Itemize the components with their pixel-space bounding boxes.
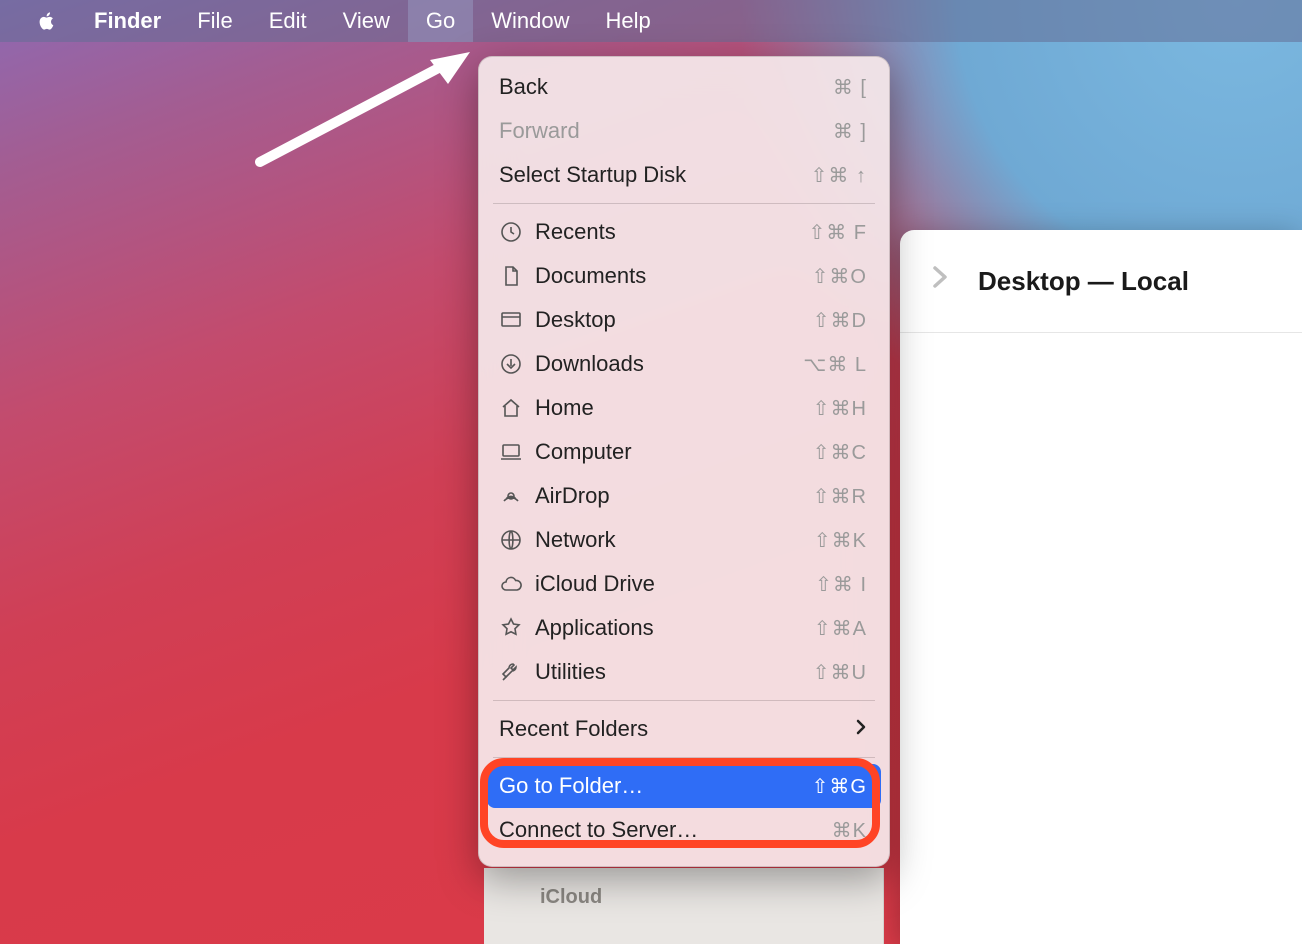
apple-logo-icon <box>36 10 58 32</box>
menu-item-select-startup-disk[interactable]: Select Startup Disk ⇧⌘ ↑ <box>479 153 889 197</box>
menu-item-recents[interactable]: Recents ⇧⌘ F <box>479 210 889 254</box>
menu-item-utilities[interactable]: Utilities ⇧⌘U <box>479 650 889 694</box>
menu-separator <box>493 203 875 204</box>
finder-title: Desktop — Local <box>978 266 1189 297</box>
menu-item-airdrop[interactable]: AirDrop ⇧⌘R <box>479 474 889 518</box>
menu-item-connect-to-server[interactable]: Connect to Server… ⌘K <box>479 808 889 852</box>
airdrop-icon <box>499 484 535 508</box>
document-icon <box>499 264 535 288</box>
apple-menu[interactable] <box>18 0 76 42</box>
chevron-right-icon[interactable] <box>930 262 950 301</box>
network-icon <box>499 528 535 552</box>
menubar-view[interactable]: View <box>325 0 408 42</box>
menubar-edit[interactable]: Edit <box>251 0 325 42</box>
menu-item-documents[interactable]: Documents ⇧⌘O <box>479 254 889 298</box>
menu-separator <box>493 700 875 701</box>
menu-item-downloads[interactable]: Downloads ⌥⌘ L <box>479 342 889 386</box>
menu-item-forward: Forward ⌘ ] <box>479 109 889 153</box>
desktop-icon <box>499 308 535 332</box>
sidebar-section-icloud: iCloud <box>540 886 883 909</box>
utilities-icon <box>499 660 535 684</box>
menu-separator <box>493 757 875 758</box>
menu-item-applications[interactable]: Applications ⇧⌘A <box>479 606 889 650</box>
finder-window: Desktop — Local <box>900 230 1302 944</box>
menu-item-desktop[interactable]: Desktop ⇧⌘D <box>479 298 889 342</box>
menu-bar: Finder File Edit View Go Window Help <box>0 0 1302 42</box>
computer-icon <box>499 440 535 464</box>
clock-icon <box>499 220 535 244</box>
menubar-go[interactable]: Go <box>408 0 473 42</box>
menubar-window[interactable]: Window <box>473 0 587 42</box>
menu-item-network[interactable]: Network ⇧⌘K <box>479 518 889 562</box>
home-icon <box>499 396 535 420</box>
icloud-icon <box>499 572 535 596</box>
finder-toolbar: Desktop — Local <box>900 230 1302 333</box>
menubar-app-name[interactable]: Finder <box>76 0 179 42</box>
submenu-chevron-icon <box>855 716 867 742</box>
menu-item-back[interactable]: Back ⌘ [ <box>479 65 889 109</box>
applications-icon <box>499 616 535 640</box>
menu-item-computer[interactable]: Computer ⇧⌘C <box>479 430 889 474</box>
menu-item-icloud-drive[interactable]: iCloud Drive ⇧⌘ I <box>479 562 889 606</box>
menu-item-recent-folders[interactable]: Recent Folders <box>479 707 889 751</box>
finder-sidebar-fragment: iCloud <box>484 868 884 944</box>
go-menu-dropdown: Back ⌘ [ Forward ⌘ ] Select Startup Disk… <box>478 56 890 867</box>
menubar-help[interactable]: Help <box>588 0 669 42</box>
download-icon <box>499 352 535 376</box>
menu-item-home[interactable]: Home ⇧⌘H <box>479 386 889 430</box>
menu-item-go-to-folder[interactable]: Go to Folder… ⇧⌘G <box>487 764 881 808</box>
menubar-file[interactable]: File <box>179 0 250 42</box>
